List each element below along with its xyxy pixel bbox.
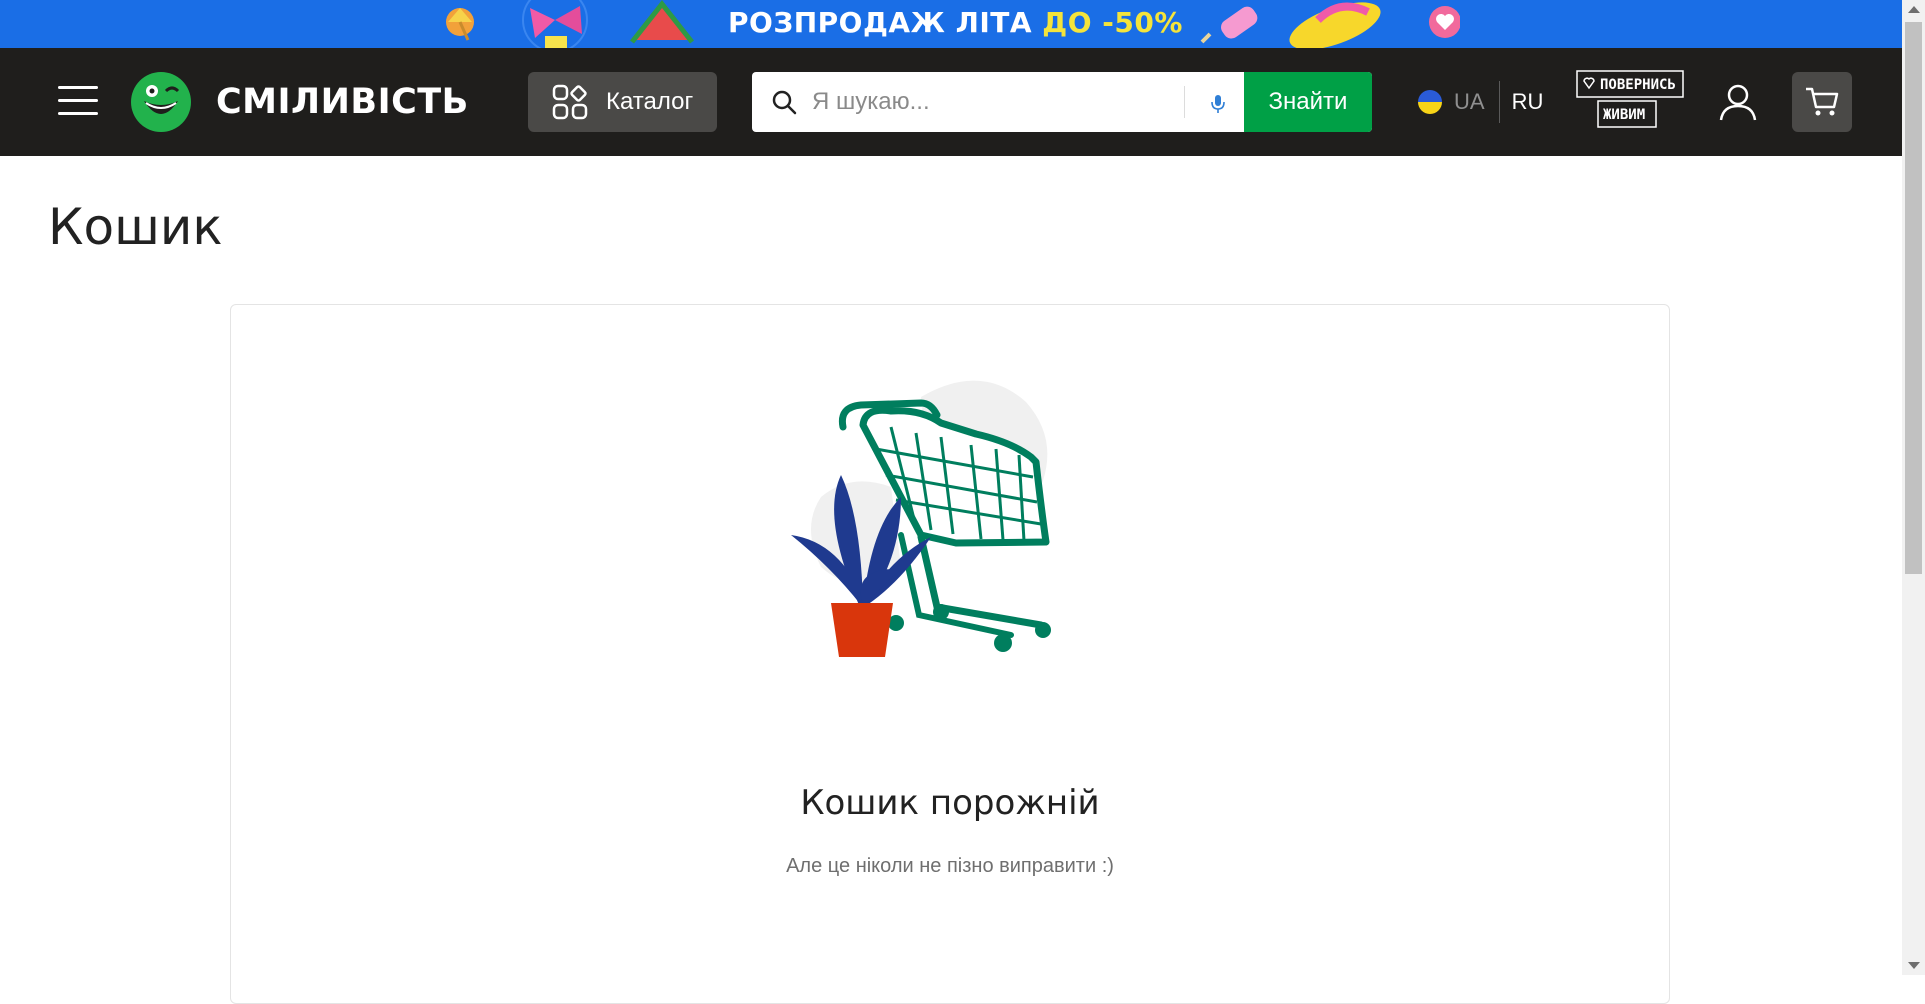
empty-cart-subtitle: Але це ніколи не пізно виправити :) [786, 855, 1114, 877]
cart-icon [1806, 87, 1839, 116]
search-bar: Знайти [752, 72, 1372, 132]
site-logo[interactable]: СМІЛИВІСТЬ [130, 70, 500, 134]
lang-divider [1498, 81, 1500, 123]
catalog-icon [552, 84, 588, 120]
povernys-zhyvym-logo[interactable]: ПОВЕРНИСЬ ЖИВИМ [1576, 70, 1686, 128]
language-switcher: UA RU [1418, 81, 1544, 123]
lang-ru-option[interactable]: RU [1512, 89, 1544, 115]
search-icon [772, 90, 797, 115]
svg-text:ПОВЕРНИСЬ: ПОВЕРНИСЬ [1600, 77, 1676, 93]
empty-cart-card: Кошик порожній Але це ніколи не пізно ви… [230, 304, 1670, 1004]
search-divider [1184, 86, 1185, 118]
promo-banner[interactable]: РОЗПРОДАЖ ЛІТА ДО -50% [0, 0, 1902, 48]
search-input[interactable] [810, 82, 1170, 122]
svg-text:ЖИВИМ: ЖИВИМ [1603, 107, 1645, 123]
logo-mark-icon [131, 72, 191, 132]
empty-cart-title: Кошик порожній [800, 783, 1100, 823]
promo-decorations-right [1200, 2, 1460, 48]
promo-text: РОЗПРОДАЖ ЛІТА ДО -50% [728, 6, 1183, 39]
microphone-icon[interactable] [1207, 90, 1229, 116]
menu-icon[interactable] [58, 86, 98, 118]
lang-ua-option[interactable]: UA [1454, 89, 1485, 115]
page-title: Кошик [48, 198, 223, 256]
catalog-button[interactable]: Каталог [528, 72, 717, 132]
ukraine-flag-icon [1418, 90, 1442, 114]
site-header: СМІЛИВІСТЬ Каталог Знайти UA RU [0, 48, 1902, 156]
logo-text: СМІЛИВІСТЬ [216, 82, 469, 122]
user-icon[interactable] [1718, 82, 1758, 122]
page-scrollbar[interactable] [1902, 0, 1925, 975]
cart-button[interactable] [1792, 72, 1852, 132]
scroll-up-arrow[interactable] [1908, 6, 1920, 13]
scroll-down-arrow[interactable] [1908, 962, 1920, 969]
scroll-thumb[interactable] [1905, 22, 1922, 574]
search-submit-button[interactable]: Знайти [1244, 72, 1372, 132]
catalog-label: Каталог [606, 88, 694, 115]
empty-cart-illustration [791, 380, 1051, 657]
